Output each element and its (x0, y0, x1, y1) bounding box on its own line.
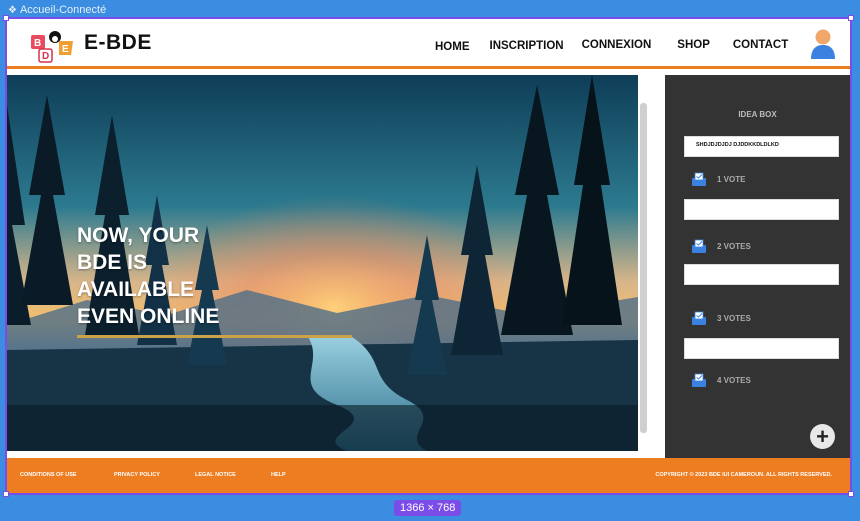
vote-ballot-icon[interactable] (691, 311, 707, 325)
svg-text:E: E (62, 44, 69, 55)
svg-text:B: B (34, 38, 41, 49)
nav-inscription-link[interactable]: INSCRIPTION (490, 40, 564, 53)
hero-line: AVAILABLE (77, 278, 195, 301)
hero-line: NOW, YOUR (77, 224, 200, 247)
vote-ballot-icon[interactable] (691, 373, 707, 387)
idea-input-4[interactable] (684, 338, 839, 359)
hero-scrollbar-thumb[interactable] (640, 103, 647, 433)
vote-count: 1 VOTE (717, 174, 746, 184)
footer-conditions-link[interactable]: CONDITIONS OF USE (20, 472, 77, 478)
footer-copyright: COPYRIGHT © 2023 BDE IUI CAMEROUN. ALL R… (655, 472, 832, 478)
vote-ballot-icon[interactable] (691, 172, 707, 186)
nav-shop-link[interactable]: SHOP (677, 39, 710, 53)
idea-input-1[interactable]: SHDJDJDJDJ DJDDKKDLDLKD (684, 136, 839, 157)
plus-icon: + (816, 423, 829, 449)
hero-underline (77, 335, 352, 338)
hero-line: EVEN ONLINE (77, 305, 220, 328)
vote-row-1: 1 VOTE (691, 172, 745, 186)
footer: CONDITIONS OF USE PRIVACY POLICY LEGAL N… (7, 458, 850, 493)
resize-handle[interactable] (3, 15, 9, 21)
resize-handle[interactable] (848, 491, 854, 497)
hero-line: BDE IS (77, 251, 148, 274)
idea-box-title: IDEA BOX (738, 110, 777, 119)
nav-contact-link[interactable]: CONTACT (733, 39, 788, 53)
resize-handle[interactable] (3, 491, 9, 497)
vote-count: 3 VOTES (717, 313, 751, 323)
vote-row-2: 2 VOTES (691, 239, 751, 253)
footer-legal-link[interactable]: LEGAL NOTICE (195, 472, 236, 478)
frame-size-badge: 1366 × 768 (394, 500, 462, 516)
nav-home-link[interactable]: HOME (435, 41, 470, 53)
idea-box-panel: IDEA BOX SHDJDJDJDJ DJDDKKDLDLKD 1 VOTE … (665, 75, 850, 458)
brand-title: E-BDE (84, 31, 152, 54)
vote-count: 2 VOTES (717, 241, 751, 251)
frame-name: Accueil-Connecté (19, 4, 107, 16)
idea-input-2[interactable] (684, 199, 839, 220)
vote-count: 4 VOTES (717, 375, 751, 385)
vote-ballot-icon[interactable] (691, 239, 707, 253)
navbar: B D E E-BDE HOME INSCRIPTION CONNEXION S… (7, 19, 850, 69)
idea-input-3[interactable] (684, 264, 839, 285)
component-icon: ❖ (8, 4, 17, 16)
idea-text: SHDJDJDJDJ DJDDKKDLDLKD (696, 142, 779, 148)
add-idea-button[interactable]: + (810, 424, 835, 449)
footer-help-link[interactable]: HELP (271, 472, 286, 478)
bde-logo-icon[interactable]: B D E (29, 29, 75, 65)
svg-text:D: D (42, 51, 49, 62)
footer-privacy-link[interactable]: PRIVACY POLICY (114, 472, 160, 478)
user-avatar-icon[interactable] (809, 28, 837, 61)
nav-connexion-link[interactable]: CONNEXION (582, 39, 652, 53)
frame-label: ❖ Accueil-Connecté (8, 4, 106, 16)
hero-headline: NOW, YOUR BDE IS AVAILABLE EVEN ONLINE (77, 222, 267, 330)
resize-handle[interactable] (848, 15, 854, 21)
vote-row-3: 3 VOTES (691, 311, 751, 325)
artboard[interactable]: B D E E-BDE HOME INSCRIPTION CONNEXION S… (3, 15, 854, 497)
vote-row-4: 4 VOTES (691, 373, 751, 387)
main-menu: HOME INSCRIPTION CONNEXION SHOP CONTACT (435, 39, 788, 53)
